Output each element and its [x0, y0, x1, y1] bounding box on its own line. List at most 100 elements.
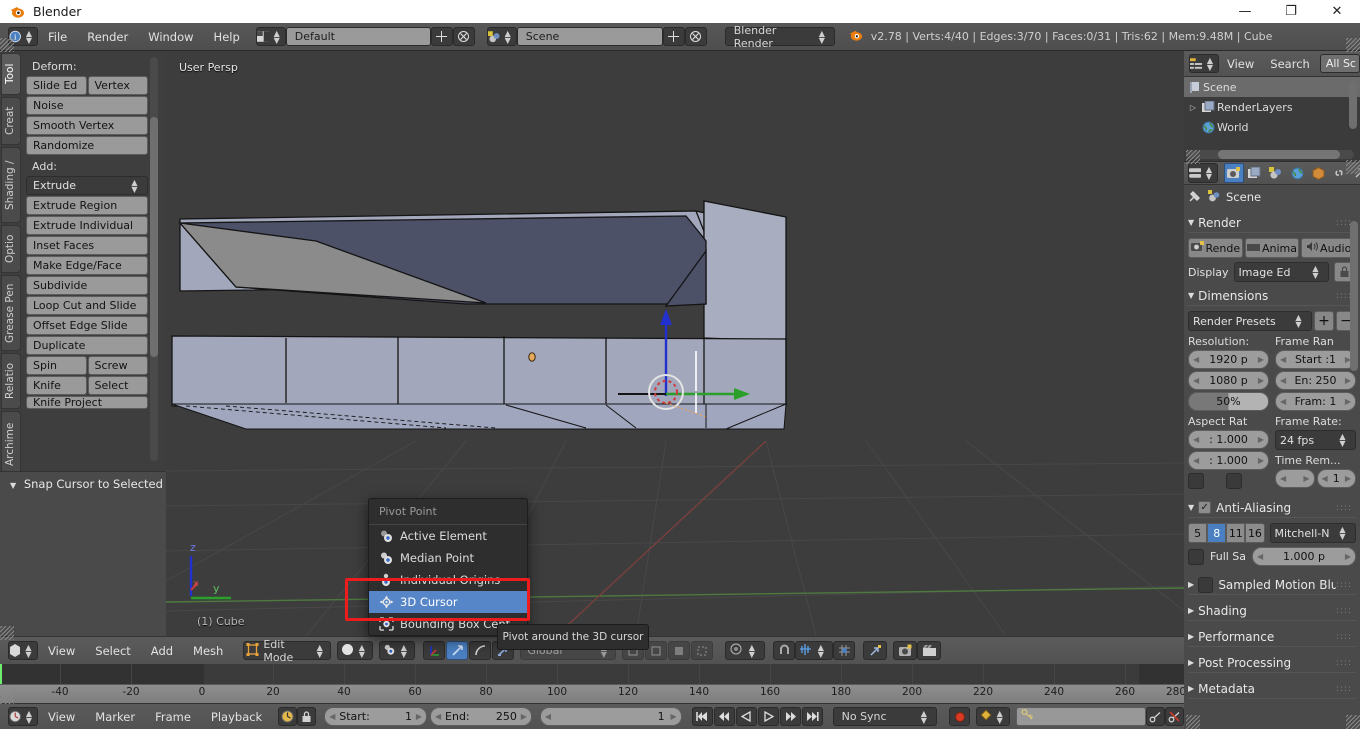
- increment-icon[interactable]: ▶: [1345, 474, 1351, 483]
- increment-icon[interactable]: ▶: [521, 712, 527, 721]
- decrement-icon[interactable]: ◀: [545, 712, 551, 721]
- outliner-vertical-scrollbar[interactable]: [1349, 81, 1357, 129]
- timeline-menu-marker[interactable]: Marker: [85, 703, 145, 729]
- maximize-button[interactable]: ❐: [1268, 0, 1314, 23]
- render-preview-button[interactable]: [893, 641, 918, 660]
- lock-time-button[interactable]: [297, 707, 317, 726]
- snap-magnet-button[interactable]: [773, 641, 796, 660]
- sidebar-tab-shading[interactable]: Shading /: [1, 147, 21, 223]
- menu-render[interactable]: Render: [77, 23, 138, 51]
- aa-sample-5[interactable]: 5: [1188, 523, 1208, 543]
- outliner[interactable]: Scene ▷ RenderLayers World: [1184, 77, 1360, 161]
- outliner-horizontal-scrollbar[interactable]: [1186, 150, 1354, 159]
- increment-icon[interactable]: ▶: [1345, 376, 1351, 385]
- tool-smooth-vertex[interactable]: Smooth Vertex: [26, 116, 148, 135]
- scene-name[interactable]: Scene: [516, 27, 663, 46]
- area-corner-grip[interactable]: [1346, 38, 1360, 52]
- area-corner-grip[interactable]: [0, 38, 14, 52]
- viewport-menu-add[interactable]: Add: [141, 637, 183, 665]
- increment-icon[interactable]: ▶: [1258, 456, 1264, 465]
- antialiasing-panel-header[interactable]: ▼ ✓ Anti-Aliasing ::::: [1188, 498, 1356, 518]
- decrement-icon[interactable]: ◀: [1280, 474, 1286, 483]
- render-image-button[interactable]: Rende: [1188, 238, 1243, 258]
- add-scene-button[interactable]: [662, 27, 685, 46]
- viewport-menu-select[interactable]: Select: [85, 637, 140, 665]
- keyframe-type-dropdown[interactable]: ▲ ▼: [976, 707, 1011, 726]
- delete-screen-layout-button[interactable]: [452, 27, 475, 46]
- properties-panel[interactable]: Scene ▼ Render :::: Rende Anima Audio Di…: [1184, 185, 1360, 729]
- aa-sample-8[interactable]: 8: [1207, 523, 1227, 543]
- antialiasing-checkbox[interactable]: ✓: [1198, 501, 1212, 514]
- screen-layout-icon[interactable]: ▲ ▼: [255, 27, 286, 46]
- pivot-point-dropdown[interactable]: ▲ ▼: [379, 641, 416, 660]
- timeline-menu-playback[interactable]: Playback: [201, 703, 272, 729]
- tab-render[interactable]: [1224, 163, 1244, 183]
- area-corner-grip[interactable]: [1346, 715, 1360, 729]
- aa-sample-16[interactable]: 16: [1245, 523, 1265, 543]
- rotate-manipulator-button[interactable]: [469, 641, 492, 660]
- tool-spin[interactable]: Spin: [26, 356, 87, 375]
- editor-type-properties-button[interactable]: ▲ ▼: [1188, 163, 1218, 183]
- increment-icon[interactable]: ▶: [1345, 397, 1351, 406]
- pivot-item-median-point[interactable]: Median Point: [369, 547, 527, 569]
- frame-end-field[interactable]: ◀ End: 250 ▶: [430, 707, 532, 726]
- close-button[interactable]: ✕: [1314, 0, 1360, 23]
- record-button[interactable]: [949, 707, 971, 726]
- pivot-item-active-element[interactable]: Active Element: [369, 525, 527, 547]
- remove-keying-set-button[interactable]: [1165, 707, 1185, 726]
- decrement-icon[interactable]: ◀: [329, 712, 335, 721]
- minimize-button[interactable]: —: [1222, 0, 1268, 23]
- translate-manipulator-button[interactable]: [446, 641, 469, 660]
- resolution-y-field[interactable]: ◀ 1080 p ▶: [1188, 371, 1269, 390]
- outliner-row-scene[interactable]: Scene: [1184, 77, 1360, 97]
- increment-icon[interactable]: ▶: [1258, 435, 1264, 444]
- area-corner-grip[interactable]: [1186, 150, 1200, 164]
- decrement-icon[interactable]: ◀: [1193, 435, 1199, 444]
- time-remap-new-field[interactable]: ◀ 1 ▶: [1316, 469, 1356, 488]
- tool-offset-edge-slide[interactable]: Offset Edge Slide: [26, 316, 148, 335]
- tab-render-layers[interactable]: [1245, 163, 1265, 183]
- decrement-icon[interactable]: ◀: [1193, 456, 1199, 465]
- increment-icon[interactable]: ▶: [670, 712, 676, 721]
- border-checkbox[interactable]: [1188, 473, 1204, 489]
- tab-scene[interactable]: [1266, 163, 1286, 183]
- limit-selection-visible-button[interactable]: [691, 641, 714, 660]
- aspect-y-field[interactable]: ◀ : 1.000 ▶: [1188, 451, 1269, 470]
- sidebar-tab-tool[interactable]: Tool: [1, 53, 21, 95]
- decrement-icon[interactable]: ◀: [1280, 376, 1286, 385]
- tool-knife[interactable]: Knife: [26, 376, 87, 395]
- next-keyframe-button[interactable]: [779, 707, 801, 726]
- pose-copy-button[interactable]: [863, 641, 888, 660]
- 3d-viewport[interactable]: z y x User Persp (1) Cube: [166, 51, 1184, 636]
- sidebar-tab-grease-pencil[interactable]: Grease Pen: [1, 275, 21, 351]
- tool-loop-cut-and-slide[interactable]: Loop Cut and Slide: [26, 296, 148, 315]
- outliner-menu-view[interactable]: View: [1219, 50, 1262, 78]
- render-audio-button[interactable]: Audio: [1301, 238, 1357, 258]
- jump-to-start-button[interactable]: [691, 707, 713, 726]
- timeline-menu-frame[interactable]: Frame: [145, 703, 201, 729]
- add-keying-set-button[interactable]: [1146, 707, 1166, 726]
- snap-element-dropdown[interactable]: ▲ ▼: [795, 641, 834, 660]
- tool-extrude-individual[interactable]: Extrude Individual: [26, 216, 148, 235]
- area-corner-grip[interactable]: [0, 626, 14, 640]
- render-panel-header[interactable]: ▼ Render ::::: [1188, 213, 1356, 233]
- sync-mode-dropdown[interactable]: No Sync ▲ ▼: [832, 707, 938, 726]
- menu-window[interactable]: Window: [138, 23, 203, 51]
- frame-end-field[interactable]: ◀ En: 250 ▶: [1275, 371, 1356, 390]
- decrement-icon[interactable]: ◀: [1193, 376, 1199, 385]
- tool-inset-faces[interactable]: Inset Faces: [26, 236, 148, 255]
- render-engine-dropdown[interactable]: Blender Render ▲ ▼: [724, 24, 835, 50]
- decrement-icon[interactable]: ◀: [1280, 355, 1286, 364]
- menu-help[interactable]: Help: [204, 23, 250, 51]
- operator-panel-header[interactable]: ▼ Snap Cursor to Selected: [0, 472, 166, 491]
- outliner-row-renderlayers[interactable]: ▷ RenderLayers: [1184, 97, 1360, 117]
- tab-world[interactable]: [1287, 163, 1307, 183]
- shading-panel-header[interactable]: ▶ Shading ::::: [1188, 601, 1356, 621]
- increment-icon[interactable]: ▶: [416, 712, 422, 721]
- tool-select[interactable]: Select: [87, 376, 148, 395]
- editor-type-outliner-button[interactable]: ▲ ▼: [1189, 54, 1219, 73]
- decrement-icon[interactable]: ◀: [1280, 397, 1286, 406]
- menu-file[interactable]: File: [38, 23, 77, 51]
- viewport-shading-dropdown[interactable]: ▲ ▼: [337, 641, 374, 660]
- decrement-icon[interactable]: ◀: [1322, 474, 1328, 483]
